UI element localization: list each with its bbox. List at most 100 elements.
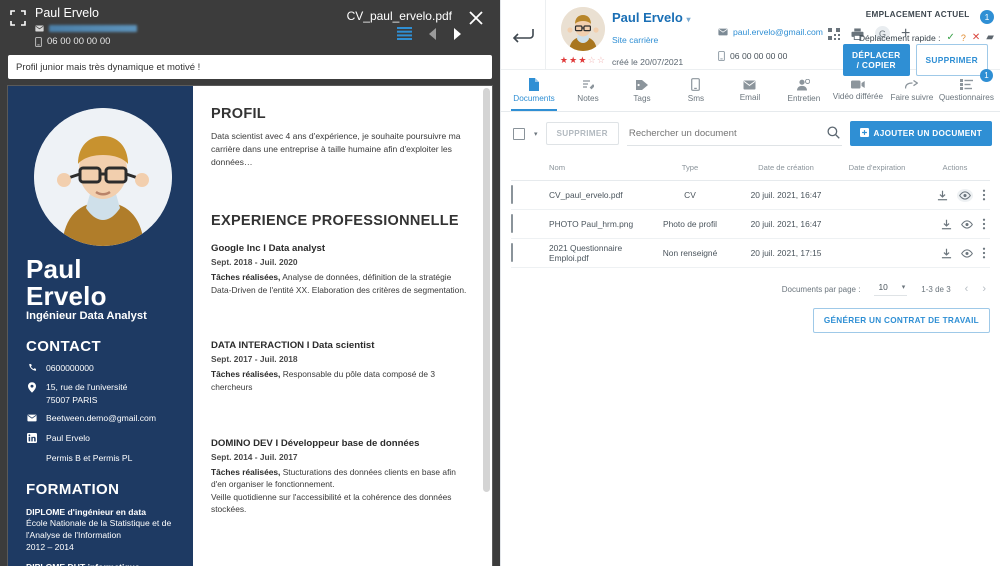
download-icon[interactable] bbox=[941, 219, 952, 230]
phone-icon bbox=[35, 36, 42, 47]
row-checkbox[interactable] bbox=[511, 185, 513, 204]
cv-contact-email-text: Beetween.demo@gmail.com bbox=[46, 413, 156, 424]
chevron-down-icon[interactable]: ▾ bbox=[686, 15, 690, 24]
cv-profil-body: Data scientist avec 4 ans d'expérience, … bbox=[211, 131, 461, 168]
cell-nom: PHOTO Paul_hrm.png bbox=[549, 219, 634, 229]
column-header-date-expiration: Date d'expiration bbox=[848, 163, 906, 172]
cv-job: DOMINO DEV I Développeur base de données… bbox=[211, 438, 470, 516]
cv-contact-linkedin: Paul Ervelo bbox=[26, 432, 179, 446]
blank-icon bbox=[26, 452, 38, 453]
per-page-select[interactable]: 10 ▾ bbox=[874, 282, 908, 296]
expand-icon[interactable] bbox=[8, 8, 28, 28]
mail-icon bbox=[35, 25, 44, 32]
generate-contract-button[interactable]: GÉNÉRER UN CONTRAT DE TRAVAIL bbox=[812, 308, 990, 333]
current-location-block: EMPLACEMENT ACTUEL 1 Déplacement rapide … bbox=[843, 4, 994, 76]
candidate-created-date: créé le 20/07/2021 bbox=[612, 57, 684, 67]
tab-video-differee[interactable]: Vidéo différée bbox=[831, 70, 885, 111]
search-icon[interactable] bbox=[826, 125, 840, 144]
pagination: Documents par page : 10 ▾ 1-3 de 3 ‹ › bbox=[501, 268, 1000, 296]
tab-entretien[interactable]: Entretien bbox=[777, 70, 831, 111]
tab-faire-suivre[interactable]: Faire suivre bbox=[885, 70, 939, 111]
candidate-rating[interactable]: ★★★☆☆ bbox=[554, 55, 612, 66]
cell-actions bbox=[920, 218, 990, 230]
cell-type: Photo de profil bbox=[662, 219, 717, 229]
quick-move-folder-icon[interactable]: ▰ bbox=[986, 32, 994, 43]
tab-label: Vidéo différée bbox=[832, 92, 884, 101]
pdf-viewer-overlay: Paul Ervelo 06 00 00 00 00 CV_paul_ervel… bbox=[0, 0, 500, 566]
search-input[interactable] bbox=[626, 121, 842, 145]
preview-eye-icon[interactable] bbox=[961, 248, 973, 258]
cell-nom: CV_paul_ervelo.pdf bbox=[549, 190, 623, 200]
quick-move-maybe-icon[interactable]: ? bbox=[961, 33, 966, 43]
cv-sidebar: Paul Ervelo Ingénieur Data Analyst CONTA… bbox=[8, 86, 193, 566]
delete-selected-button[interactable]: SUPPRIMER bbox=[545, 122, 619, 145]
select-all-checkbox[interactable] bbox=[513, 127, 525, 140]
career-site-link[interactable]: Site carrière bbox=[612, 35, 718, 45]
forward-icon bbox=[905, 79, 919, 90]
preview-eye-icon[interactable] bbox=[961, 219, 973, 229]
viewer-email-row bbox=[35, 24, 137, 33]
cv-job-dates: Sept. 2018 - Juil. 2020 bbox=[211, 257, 298, 268]
cell-date-creation: 20 juil. 2021, 17:15 bbox=[750, 248, 822, 258]
candidate-name[interactable]: Paul Ervelo ▾ bbox=[612, 10, 718, 25]
search-documents-field[interactable] bbox=[626, 121, 842, 146]
tab-label: Tags bbox=[633, 93, 651, 103]
tab-tags[interactable]: Tags bbox=[615, 70, 669, 111]
pdf-viewer-toolbar: Paul Ervelo 06 00 00 00 00 CV_paul_ervel… bbox=[0, 0, 500, 52]
current-location-badge: 1 bbox=[980, 10, 994, 24]
tab-label: Questionnaires bbox=[938, 93, 994, 102]
cell-actions bbox=[920, 188, 990, 202]
list-view-icon[interactable] bbox=[397, 27, 412, 40]
next-page-icon[interactable] bbox=[453, 27, 462, 40]
cv-profil-heading: PROFIL bbox=[211, 106, 266, 122]
cv-job-title: Google Inc I Data analyst bbox=[211, 243, 326, 255]
interview-icon bbox=[797, 78, 811, 91]
cv-job-tasks: Tâches réalisées, Responsable du pôle da… bbox=[211, 368, 470, 393]
qr-code-icon[interactable] bbox=[828, 27, 840, 40]
quick-move-accept-icon[interactable]: ✓ bbox=[947, 32, 955, 43]
column-header-type: Type bbox=[681, 163, 699, 172]
more-vertical-icon[interactable] bbox=[982, 218, 986, 230]
cv-job-tasks: Tâches réalisées, Stucturations des donn… bbox=[211, 466, 470, 516]
pagination-prev-icon[interactable]: ‹ bbox=[965, 283, 969, 295]
cv-job: DATA INTERACTION I Data scientist Sept. … bbox=[211, 340, 470, 393]
candidate-email: paul.ervelo@gmail.com bbox=[733, 27, 823, 37]
cv-job-title: DOMINO DEV I Développeur base de données bbox=[211, 437, 420, 449]
cell-type: CV bbox=[684, 190, 696, 200]
tab-documents[interactable]: Documents bbox=[507, 70, 561, 111]
close-icon[interactable] bbox=[464, 6, 488, 30]
back-arrow-icon[interactable] bbox=[501, 0, 546, 69]
preview-eye-icon[interactable] bbox=[957, 188, 973, 202]
column-header-actions: Actions bbox=[942, 163, 968, 172]
tab-label: Entretien bbox=[787, 93, 821, 103]
more-vertical-icon[interactable] bbox=[982, 189, 986, 201]
pagination-next-icon[interactable]: › bbox=[982, 283, 986, 295]
per-page-value: 10 bbox=[878, 282, 888, 292]
download-icon[interactable] bbox=[941, 248, 952, 259]
avatar[interactable] bbox=[561, 7, 605, 51]
pdf-scrollbar[interactable] bbox=[483, 88, 490, 492]
recruiter-note[interactable]: Profil junior mais très dynamique et mot… bbox=[8, 55, 492, 79]
cv-contact-phone-text: 0600000000 bbox=[46, 363, 94, 374]
cv-contact-address-text: 15, rue de l'université 75007 PARIS bbox=[46, 382, 128, 405]
prev-page-icon[interactable] bbox=[428, 27, 437, 40]
table-row[interactable]: CV_paul_ervelo.pdf CV 20 juil. 2021, 16:… bbox=[511, 181, 990, 210]
notes-icon bbox=[582, 79, 595, 91]
recruiter-note-text: Profil junior mais très dynamique et mot… bbox=[16, 61, 201, 73]
tab-questionnaires[interactable]: 1 Questionnaires bbox=[938, 69, 994, 111]
tab-email[interactable]: Email bbox=[723, 70, 777, 111]
download-icon[interactable] bbox=[937, 190, 948, 201]
more-vertical-icon[interactable] bbox=[982, 247, 986, 259]
cv-formation-heading: FORMATION bbox=[26, 480, 120, 498]
chevron-down-icon: ▾ bbox=[901, 284, 906, 291]
table-row[interactable]: 2021 Questionnaire Emploi.pdf Non rensei… bbox=[511, 239, 990, 268]
table-row[interactable]: PHOTO Paul_hrm.png Photo de profil 20 ju… bbox=[511, 210, 990, 239]
quick-move-reject-icon[interactable]: ✕ bbox=[972, 32, 980, 43]
row-checkbox[interactable] bbox=[511, 243, 513, 262]
tab-sms[interactable]: Sms bbox=[669, 70, 723, 111]
row-checkbox[interactable] bbox=[511, 214, 513, 233]
row-checkbox-cell bbox=[511, 243, 545, 262]
tab-notes[interactable]: Notes bbox=[561, 70, 615, 111]
add-document-button[interactable]: AJOUTER UN DOCUMENT bbox=[849, 121, 992, 146]
select-all-caret-icon[interactable]: ▾ bbox=[534, 130, 538, 138]
